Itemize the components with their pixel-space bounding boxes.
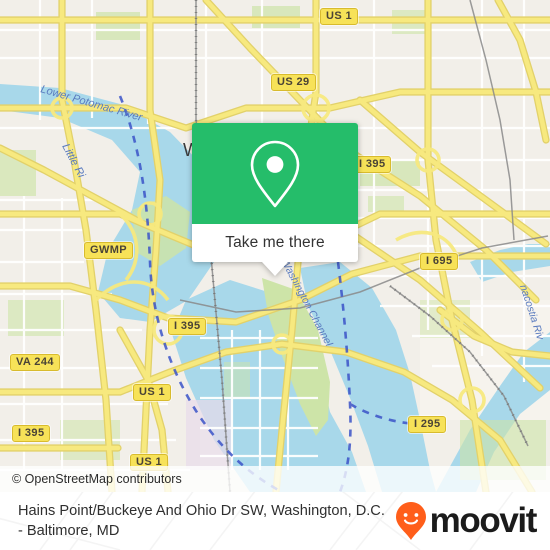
highway-shield: US 29 — [271, 74, 316, 91]
highway-shield: VA 244 — [10, 354, 60, 371]
callout-header — [192, 123, 358, 224]
map-canvas[interactable]: Lower Potomac River Little Ri Washington C… — [0, 0, 550, 492]
map-attribution: © OpenStreetMap contributors — [0, 466, 550, 492]
moovit-map-screenshot: Lower Potomac River Little Ri Washington C… — [0, 0, 550, 550]
highway-shield: US 1 — [133, 384, 172, 401]
highway-shield: I 395 — [353, 156, 392, 173]
attribution-text: © OpenStreetMap contributors — [12, 472, 182, 486]
highway-shield: I 695 — [420, 253, 459, 270]
footer-bar: Hains Point/Buckeye And Ohio Dr SW, Wash… — [0, 492, 550, 550]
highway-shield: GWMP — [84, 242, 134, 259]
highway-shield: US 1 — [320, 8, 359, 25]
highway-shield: I 395 — [12, 425, 51, 442]
moovit-wordmark: moovit — [429, 501, 538, 540]
map-pin-icon — [250, 140, 300, 207]
moovit-pin-icon — [395, 502, 426, 540]
highway-shield: I 395 — [168, 318, 207, 335]
highway-shield: I 295 — [408, 416, 447, 433]
take-me-there-label: Take me there — [225, 234, 325, 251]
callout-footer[interactable]: Take me there — [192, 224, 358, 262]
location-title: Hains Point/Buckeye And Ohio Dr SW, Wash… — [18, 503, 385, 539]
map-callout-card[interactable]: Take me there — [192, 123, 358, 276]
callout-pointer-tail — [262, 262, 288, 276]
moovit-brand[interactable]: moovit — [395, 501, 538, 541]
